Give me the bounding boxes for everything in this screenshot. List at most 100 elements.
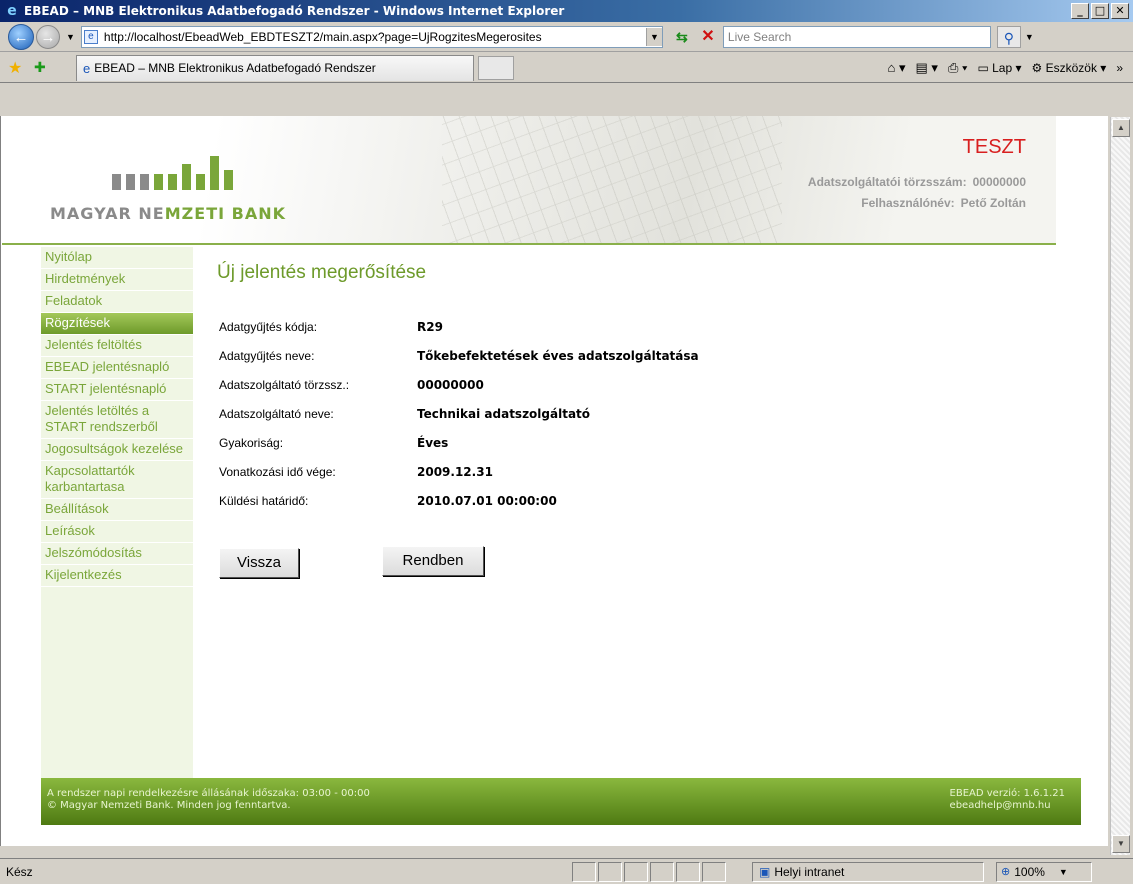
bank-name: MAGYAR NEMZETI BANK bbox=[50, 204, 286, 223]
stop-icon[interactable]: ✕ bbox=[697, 26, 719, 48]
sidebar-item-leirasok[interactable]: Leírások bbox=[41, 521, 193, 543]
intranet-zone-icon: ▣ bbox=[759, 864, 771, 879]
home-icon[interactable]: ⌂ ▾ bbox=[888, 60, 906, 76]
browser-viewport: MAGYAR NEMZETI BANK TESZT Adatszolgáltat… bbox=[0, 116, 1133, 856]
feeds-icon[interactable]: ▤ ▾ bbox=[916, 60, 938, 76]
detail-label: Adatszolgáltató neve: bbox=[219, 406, 334, 421]
url-dropdown-icon[interactable]: ▼ bbox=[645, 27, 662, 46]
version-text: EBEAD verzió: 1.6.1.21 bbox=[949, 788, 1065, 799]
sidebar-item-nyitolap[interactable]: Nyitólap bbox=[41, 247, 193, 269]
status-pane bbox=[624, 861, 648, 882]
close-button[interactable]: ✕ bbox=[1111, 3, 1129, 19]
sidebar-item-ebead-jelentesnaplo[interactable]: EBEAD jelentésnapló bbox=[41, 357, 193, 379]
back-nav-button[interactable]: ← bbox=[8, 23, 34, 50]
zoom-level: 100% bbox=[1014, 864, 1045, 879]
page-menu-label: Lap bbox=[992, 60, 1013, 75]
report-details: Adatgyűjtés kódja: R29 Adatgyűjtés neve: T… bbox=[219, 312, 699, 515]
chevron-more-icon[interactable]: » bbox=[1116, 61, 1123, 75]
refresh-icon[interactable]: ⇆ bbox=[671, 26, 693, 48]
print-icon[interactable]: ⎙ ▾ bbox=[948, 60, 967, 76]
detail-row: Adatgyűjtés kódja: R29 bbox=[219, 312, 699, 341]
sidebar-item-kapcsolattartok[interactable]: Kapcsolattartók karbantartasa bbox=[41, 461, 193, 499]
vertical-scrollbar[interactable]: ▲ ▼ bbox=[1110, 117, 1130, 855]
detail-row: Gyakoriság: Éves bbox=[219, 428, 699, 457]
sidebar-item-beallitasok[interactable]: Beállítások bbox=[41, 499, 193, 521]
search-options-icon[interactable]: ▼ bbox=[1025, 32, 1037, 42]
sidebar-item-jelentes-feltoltes[interactable]: Jelentés feltöltés bbox=[41, 335, 193, 357]
sidebar-item-rogzitesek[interactable]: Rögzítések bbox=[41, 313, 193, 335]
page-title: Új jelentés megerősítése bbox=[217, 262, 427, 283]
status-pane bbox=[572, 861, 596, 882]
url-text[interactable]: http://localhost/EbeadWeb_EBDTESZT2/main… bbox=[104, 30, 646, 44]
zoom-icon: ⊕ bbox=[1001, 866, 1011, 878]
search-input[interactable]: Live Search bbox=[722, 25, 991, 48]
sidebar-item-feladatok[interactable]: Feladatok bbox=[41, 291, 193, 313]
ie-logo-icon: e bbox=[7, 3, 17, 19]
address-field[interactable]: e http://localhost/EbeadWeb_EBDTESZT2/ma… bbox=[80, 25, 663, 48]
command-bar: ⌂ ▾ ▤ ▾ ⎙ ▾ ▭ Lap ▾ ⚙ Eszközök ▾ » bbox=[888, 60, 1123, 76]
username-value: Pető Zoltán bbox=[960, 196, 1026, 210]
status-pane bbox=[676, 861, 700, 882]
zoom-dropdown-icon[interactable]: ▼ bbox=[1059, 867, 1068, 877]
tab-ebead[interactable]: e EBEAD – MNB Elektronikus Adatbefogadó … bbox=[76, 54, 474, 81]
status-pane bbox=[598, 861, 622, 882]
detail-value: 2010.07.01 00:00:00 bbox=[417, 493, 557, 508]
help-email-link[interactable]: ebeadhelp@mnb.hu bbox=[950, 800, 1065, 812]
window-title: EBEAD – MNB Elektronikus Adatbefogadó Re… bbox=[24, 4, 565, 18]
tab-label: EBEAD – MNB Elektronikus Adatbefogadó Re… bbox=[94, 61, 376, 75]
confirm-button[interactable]: Rendben bbox=[382, 546, 484, 576]
user-info: Adatszolgáltatói törzsszám: 00000000 Felh… bbox=[808, 172, 1026, 214]
detail-label: Küldési határidő: bbox=[219, 493, 309, 508]
sidebar-item-jelentes-letoltes[interactable]: Jelentés letöltés a START rendszerből bbox=[41, 401, 193, 439]
minimize-button[interactable]: _ bbox=[1071, 3, 1089, 19]
sidebar-item-jelszomodositas[interactable]: Jelszómódosítás bbox=[41, 543, 193, 565]
sidebar-item-hirdetmenyek[interactable]: Hirdetmények bbox=[41, 269, 193, 291]
page-menu[interactable]: ▭ Lap ▾ bbox=[977, 61, 1021, 75]
new-tab-button[interactable] bbox=[478, 55, 514, 80]
maximize-button[interactable]: □ bbox=[1091, 3, 1109, 19]
banner-decoration bbox=[442, 116, 782, 243]
detail-value: Tőkebefektetések éves adatszolgáltatása bbox=[417, 348, 699, 363]
forward-nav-button[interactable]: → bbox=[36, 24, 60, 49]
page-footer: A rendszer napi rendelkezésre állásának … bbox=[41, 778, 1081, 825]
web-page: MAGYAR NEMZETI BANK TESZT Adatszolgáltat… bbox=[0, 116, 1108, 846]
detail-row: Küldési határidő: 2010.07.01 00:00:00 bbox=[219, 486, 699, 515]
mnb-logo-icon bbox=[112, 156, 233, 190]
scroll-up-icon[interactable]: ▲ bbox=[1112, 119, 1130, 137]
provider-id-value: 00000000 bbox=[972, 175, 1026, 189]
detail-value: Éves bbox=[417, 435, 449, 450]
bank-name-part1: MAGYAR NE bbox=[50, 204, 165, 223]
zoom-control[interactable]: ⊕ 100% ▼ bbox=[996, 861, 1092, 882]
detail-label: Vonatkozási idő vége: bbox=[219, 464, 336, 479]
detail-value: R29 bbox=[417, 319, 443, 334]
tools-menu-label: Eszközök bbox=[1045, 60, 1097, 75]
provider-id-label: Adatszolgáltatói törzsszám: bbox=[807, 175, 967, 189]
window-title-bar: e EBEAD – MNB Elektronikus Adatbefogadó … bbox=[0, 0, 1133, 22]
detail-value: 00000000 bbox=[417, 377, 484, 392]
copyright-text: © Magyar Nemzeti Bank. Minden jog fennta… bbox=[47, 800, 291, 811]
tools-menu[interactable]: ⚙ Eszközök ▾ bbox=[1032, 61, 1107, 75]
address-toolbar: ← → ▼ e http://localhost/EbeadWeb_EBDTES… bbox=[0, 22, 1133, 52]
detail-label: Adatgyűjtés neve: bbox=[219, 348, 315, 363]
footer-right: EBEAD verzió: 1.6.1.21 ebeadhelp@mnb.hu bbox=[950, 788, 1065, 812]
sidebar-item-kijelentkezes[interactable]: Kijelentkezés bbox=[41, 565, 193, 587]
detail-row: Vonatkozási idő vége: 2009.12.31 bbox=[219, 457, 699, 486]
sidebar-item-jogosultsagok[interactable]: Jogosultságok kezelése bbox=[41, 439, 193, 461]
footer-left: A rendszer napi rendelkezésre állásának … bbox=[47, 788, 370, 812]
window-controls: _ □ ✕ bbox=[1071, 3, 1129, 19]
favorites-star-icon[interactable]: ★ bbox=[8, 58, 28, 78]
status-pane bbox=[702, 861, 726, 882]
sidebar-nav: Nyitólap Hirdetmények Feladatok Rögzítés… bbox=[41, 247, 193, 778]
detail-row: Adatgyűjtés neve: Tőkebefektetések éves a… bbox=[219, 341, 699, 370]
bank-name-part2: MZETI BANK bbox=[164, 204, 286, 223]
back-button[interactable]: Vissza bbox=[219, 548, 299, 578]
search-icon[interactable]: ⚲ bbox=[996, 25, 1021, 48]
security-zone[interactable]: ▣ Helyi intranet bbox=[752, 861, 984, 882]
status-text: Kész bbox=[6, 864, 33, 879]
sidebar-item-start-jelentesnaplo[interactable]: START jelentésnapló bbox=[41, 379, 193, 401]
detail-row: Adatszolgáltató neve: Technikai adatszolg… bbox=[219, 399, 699, 428]
zone-label: Helyi intranet bbox=[774, 864, 845, 879]
add-favorites-icon[interactable]: ✚ bbox=[34, 59, 56, 76]
scroll-down-icon[interactable]: ▼ bbox=[1112, 835, 1130, 853]
history-dropdown-icon[interactable]: ▼ bbox=[66, 32, 75, 42]
